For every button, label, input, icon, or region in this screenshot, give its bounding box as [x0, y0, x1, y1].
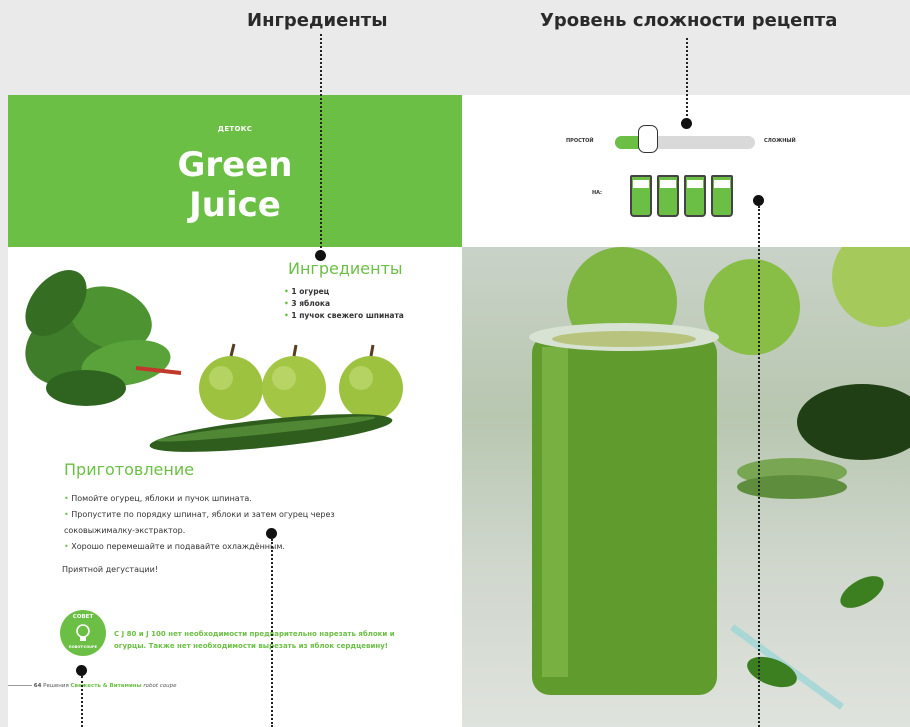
ingredients-illustration — [25, 270, 403, 452]
ingredients-annotation-label: Ингредиенты — [247, 10, 388, 31]
difficulty-leader-line — [686, 38, 688, 120]
juice-glass-icon — [657, 175, 679, 217]
preparation-steps: Помойте огурец, яблоки и пучок шпината. … — [64, 491, 394, 555]
tip-text: С J 80 и J 100 нет необходимости предвар… — [114, 630, 395, 650]
juice-glass-icon — [684, 175, 706, 217]
serving-leader-line — [758, 206, 760, 727]
apple-icon — [199, 343, 263, 420]
recipe-page-right: ПРОСТОЙ СЛОЖНЫЙ НА: — [462, 95, 910, 727]
recipe-page-left: ДЕТОКС Green Juice Ингредиенты 1 огурец … — [8, 95, 462, 727]
footer-brand-logo: robot coupe — [143, 683, 177, 689]
serves-label: НА: — [592, 190, 603, 196]
juice-photo — [462, 247, 910, 727]
preparation-step: Пропустите по порядку шпинат, яблоки и з… — [64, 507, 394, 539]
spinach-icon — [25, 270, 182, 406]
tip-marker-dot — [76, 665, 87, 676]
page-footer: 64 Решения Свежесть & Витамины robot cou… — [8, 683, 176, 689]
juice-glass-icon — [630, 175, 652, 217]
juice-glass-icon — [711, 175, 733, 217]
serving-marker-dot — [753, 195, 764, 206]
tip-leader-line — [81, 676, 83, 727]
tip-badge-bottom-text: ROBOT-COUPE — [69, 645, 97, 649]
recipe-title: Green Juice — [8, 145, 462, 225]
apple-icon — [339, 344, 403, 420]
hand-icon — [638, 125, 658, 153]
recipe-title-line1: Green — [177, 145, 293, 185]
recipe-category: ДЕТОКС — [217, 125, 253, 133]
footer-section-prefix: Решения — [43, 683, 69, 689]
difficulty-hard-label: СЛОЖНЫЙ — [764, 138, 796, 144]
difficulty-annotation-label: Уровень сложности рецепта — [540, 10, 838, 31]
apple-icon — [262, 344, 326, 420]
juice-jar-photo — [529, 247, 910, 710]
tip-badge: СОВЕТ ROBOT-COUPE — [60, 610, 106, 656]
preparation-leader-line — [271, 539, 273, 727]
difficulty-bar — [615, 136, 755, 149]
difficulty-marker-dot — [681, 118, 692, 129]
recipe-title-line2: Juice — [189, 185, 281, 225]
title-banner: ДЕТОКС Green Juice — [8, 95, 462, 247]
ingredients-marker-dot — [315, 250, 326, 261]
tip-badge-top-text: СОВЕТ — [72, 614, 94, 620]
preparation-heading: Приготовление — [64, 460, 195, 479]
ingredients-leader-line — [320, 34, 322, 252]
lightbulb-icon — [76, 624, 90, 641]
preparation-step: Хорошо перемешайте и подавайте охлаждённ… — [64, 539, 394, 555]
difficulty-simple-label: ПРОСТОЙ — [566, 138, 594, 144]
preparation-step: Помойте огурец, яблоки и пучок шпината. — [64, 491, 394, 507]
enjoy-note: Приятной дегустации! — [62, 565, 159, 574]
page-number: 64 — [33, 683, 42, 689]
preparation-marker-dot — [266, 528, 277, 539]
